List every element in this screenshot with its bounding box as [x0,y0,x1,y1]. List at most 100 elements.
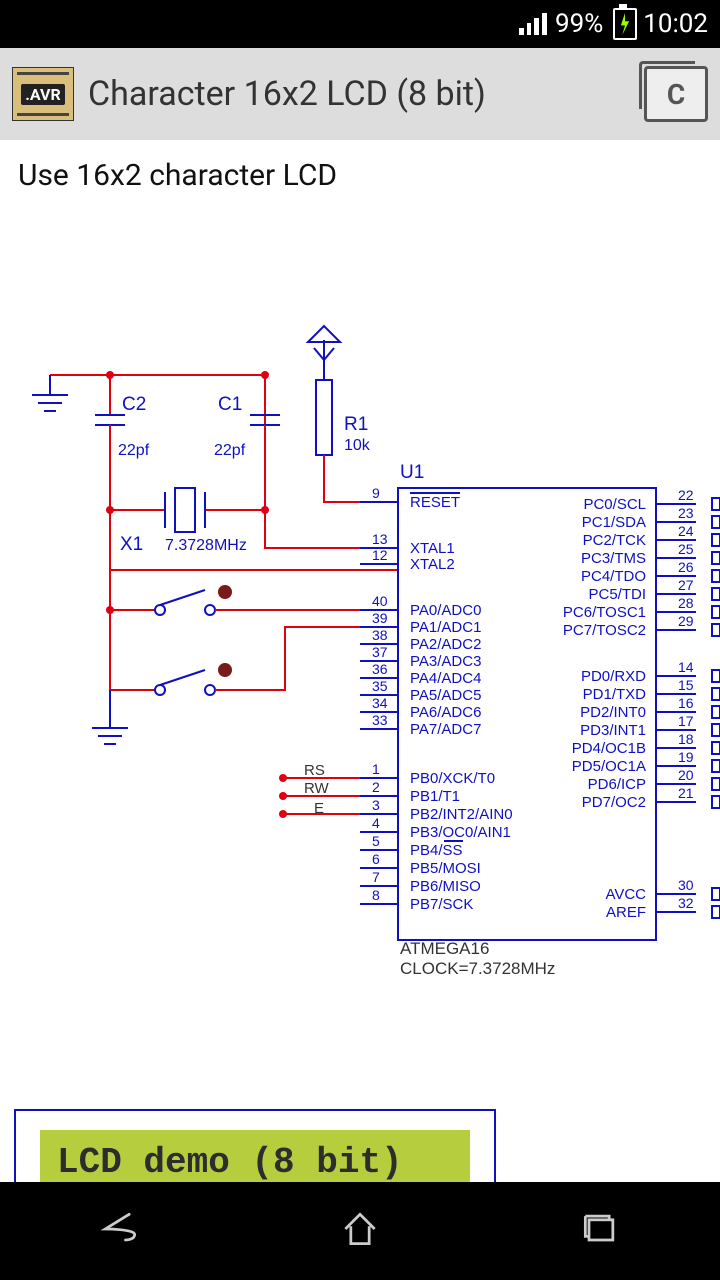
svg-text:22pf: 22pf [214,442,246,459]
svg-text:PD3/INT1: PD3/INT1 [580,722,646,739]
svg-text:35: 35 [372,678,388,694]
svg-text:13: 13 [372,531,388,547]
back-button[interactable] [98,1207,142,1255]
signal-icon [519,13,547,35]
svg-text:RESET: RESET [410,494,460,511]
svg-text:PA3/ADC3: PA3/ADC3 [410,653,481,670]
svg-text:PC6/TOSC1: PC6/TOSC1 [563,604,646,621]
svg-text:PB5/MOSI: PB5/MOSI [410,860,481,877]
svg-text:14: 14 [678,659,694,675]
svg-text:18: 18 [678,731,694,747]
svg-text:12: 12 [372,547,388,563]
svg-text:26: 26 [678,559,694,575]
svg-text:36: 36 [372,661,388,677]
battery-percent: 99% [555,9,603,39]
code-button[interactable]: C [644,66,708,122]
svg-text:PA1/ADC1: PA1/ADC1 [410,619,481,636]
svg-text:20: 20 [678,767,694,783]
navigation-bar [0,1182,720,1280]
svg-text:PC0/SCL: PC0/SCL [583,496,646,513]
svg-text:PA4/ADC4: PA4/ADC4 [410,670,481,687]
svg-text:PC3/TMS: PC3/TMS [581,550,646,567]
svg-text:7.3728MHz: 7.3728MHz [165,537,247,554]
svg-text:1: 1 [372,761,380,777]
svg-text:PD0/RXD: PD0/RXD [581,668,646,685]
svg-text:28: 28 [678,595,694,611]
svg-text:RW: RW [304,780,330,797]
lcd-module: LCD demo (8 bit) Test 1 SS DD EE [15,1110,495,1182]
svg-text:PA0/ADC0: PA0/ADC0 [410,602,481,619]
svg-text:PD7/OC2: PD7/OC2 [582,794,646,811]
svg-text:PB0/XCK/T0: PB0/XCK/T0 [410,770,495,787]
chip-u1: U1 ATMEGA16 CLOCK=7.3728MHz 9RESET13XTAL… [360,462,720,978]
svg-text:7: 7 [372,869,380,885]
svg-text:PD5/OC1A: PD5/OC1A [572,758,646,775]
svg-text:XTAL1: XTAL1 [410,540,455,557]
svg-text:5: 5 [372,833,380,849]
svg-text:6: 6 [372,851,380,867]
svg-text:25: 25 [678,541,694,557]
svg-text:X1: X1 [120,534,143,555]
svg-text:22: 22 [678,487,694,503]
svg-text:PB1/T1: PB1/T1 [410,788,460,805]
svg-text:PB3/OC0/AIN1: PB3/OC0/AIN1 [410,824,511,841]
battery-icon [613,8,637,40]
action-bar: .AVR Character 16x2 LCD (8 bit) C [0,48,720,141]
svg-text:9: 9 [372,485,380,501]
subtitle: Use 16x2 character LCD [0,140,720,211]
svg-text:PB4/SS: PB4/SS [410,842,463,859]
svg-text:PD4/OC1B: PD4/OC1B [572,740,646,757]
svg-text:PC2/TCK: PC2/TCK [583,532,646,549]
svg-text:40: 40 [372,593,388,609]
svg-text:PD6/ICP: PD6/ICP [588,776,646,793]
app-icon[interactable]: .AVR [12,67,74,121]
svg-text:PB6/MISO: PB6/MISO [410,878,481,895]
svg-text:XTAL2: XTAL2 [410,556,455,573]
svg-text:C1: C1 [218,394,242,415]
svg-text:17: 17 [678,713,694,729]
svg-text:PA6/ADC6: PA6/ADC6 [410,704,481,721]
svg-text:PC1/SDA: PC1/SDA [582,514,646,531]
svg-text:8: 8 [372,887,380,903]
svg-text:23: 23 [678,505,694,521]
svg-text:AVCC: AVCC [605,886,646,903]
svg-text:33: 33 [372,712,388,728]
svg-text:RS: RS [304,762,325,779]
content-area[interactable]: Use 16x2 character LCD C2 22pf C1 22pf X… [0,140,720,1182]
svg-text:PD1/TXD: PD1/TXD [583,686,647,703]
svg-text:R1: R1 [344,414,368,435]
svg-text:PB7/SCK: PB7/SCK [410,896,473,913]
schematic-diagram: C2 22pf C1 22pf X1 7.3728MHz [0,230,720,1182]
svg-text:27: 27 [678,577,694,593]
svg-text:PC7/TOSC2: PC7/TOSC2 [563,622,646,639]
svg-text:30: 30 [678,877,694,893]
svg-text:PD2/INT0: PD2/INT0 [580,704,646,721]
svg-text:AREF: AREF [606,904,646,921]
recent-apps-button[interactable] [578,1207,622,1255]
svg-text:29: 29 [678,613,694,629]
svg-text:PB2/INT2/AIN0: PB2/INT2/AIN0 [410,806,513,823]
svg-text:32: 32 [678,895,694,911]
svg-text:LCD demo (8 bit): LCD demo (8 bit) [57,1142,403,1182]
home-button[interactable] [338,1207,382,1255]
svg-text:10k: 10k [344,437,371,454]
svg-text:24: 24 [678,523,694,539]
clock: 10:02 [643,9,708,39]
page-title: Character 16x2 LCD (8 bit) [88,74,644,114]
svg-text:22pf: 22pf [118,442,150,459]
svg-text:ATMEGA16: ATMEGA16 [400,939,489,958]
svg-text:PC4/TDO: PC4/TDO [581,568,646,585]
svg-text:2: 2 [372,779,380,795]
svg-text:15: 15 [678,677,694,693]
svg-text:3: 3 [372,797,380,813]
svg-text:37: 37 [372,644,388,660]
svg-text:PA5/ADC5: PA5/ADC5 [410,687,481,704]
svg-text:34: 34 [372,695,388,711]
svg-text:39: 39 [372,610,388,626]
svg-text:U1: U1 [400,462,424,483]
svg-text:C2: C2 [122,394,146,415]
svg-text:PA7/ADC7: PA7/ADC7 [410,721,481,738]
svg-text:16: 16 [678,695,694,711]
svg-text:19: 19 [678,749,694,765]
svg-text:4: 4 [372,815,380,831]
